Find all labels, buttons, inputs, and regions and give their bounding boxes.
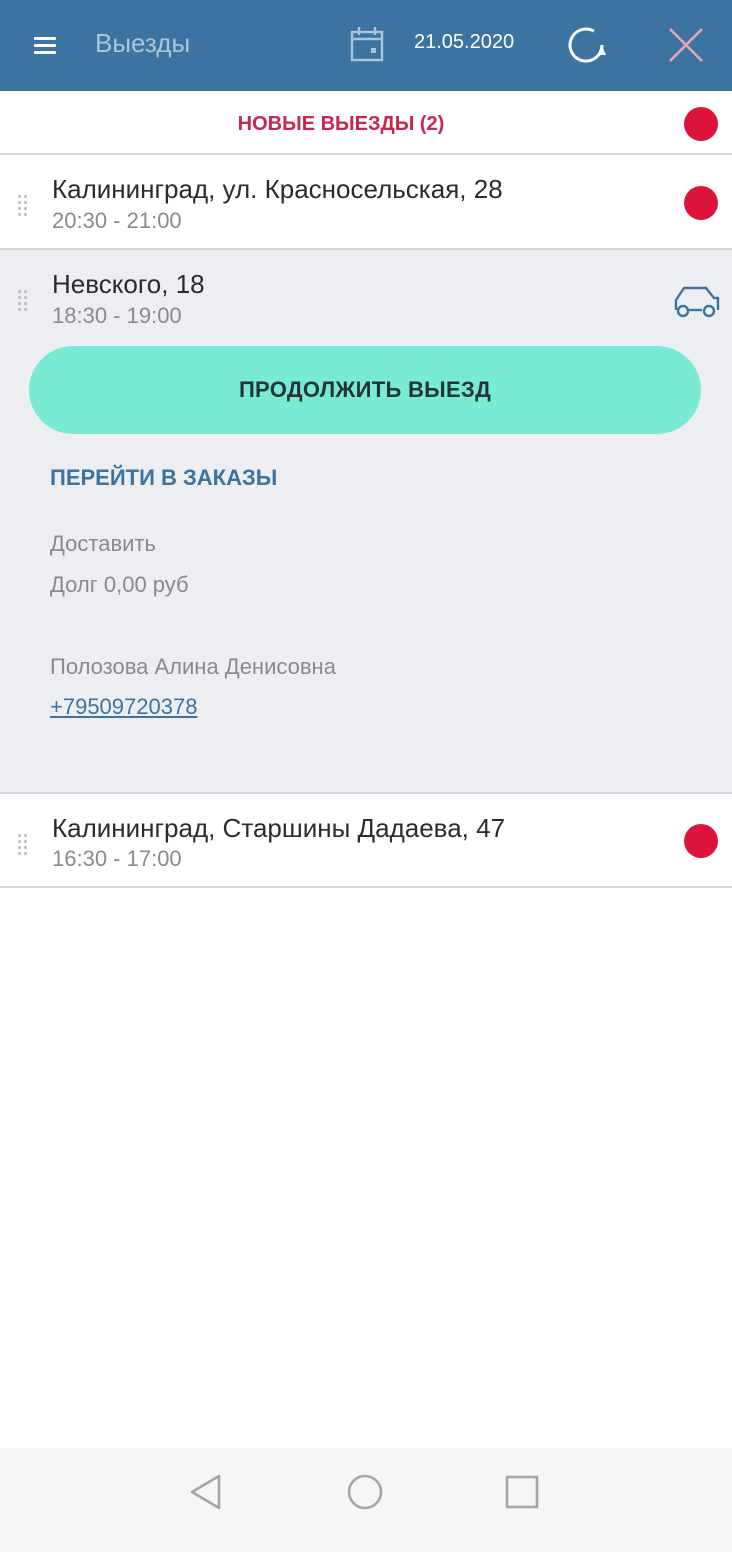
new-trips-label: НОВЫЕ ВЫЕЗДЫ (2): [237, 113, 445, 135]
recents-square-icon[interactable]: [502, 1472, 542, 1512]
drag-handle-icon[interactable]: [18, 834, 30, 856]
back-triangle-icon[interactable]: [186, 1472, 226, 1512]
home-circle-icon[interactable]: [345, 1472, 385, 1512]
car-icon: [672, 284, 722, 320]
contact-phone-link[interactable]: +79509720378: [50, 694, 197, 720]
trip-address: Калининград, Старшины Дадаева, 47: [52, 813, 506, 843]
app-bar: Выезды 21.05.2020: [0, 0, 732, 91]
date-selector[interactable]: 21.05.2020: [414, 31, 514, 54]
system-navigation-bar: [0, 1448, 732, 1552]
new-trips-banner[interactable]: НОВЫЕ ВЫЕЗДЫ (2): [0, 91, 732, 155]
contact-name: Полозова Алина Денисовна: [50, 654, 336, 679]
trip-time: 20:30 - 21:00: [52, 208, 182, 233]
calendar-icon[interactable]: [347, 24, 387, 64]
continue-trip-button[interactable]: ПРОДОЛЖИТЬ ВЫЕЗД: [29, 346, 701, 434]
go-to-orders-link[interactable]: ПЕРЕЙТИ В ЗАКАЗЫ: [50, 465, 277, 491]
hamburger-menu-icon[interactable]: [25, 26, 65, 66]
close-icon[interactable]: [664, 23, 708, 67]
trip-action: Доставить: [50, 531, 156, 556]
trip-debt: Долг 0,00 руб: [50, 572, 189, 597]
trip-address: Невского, 18: [52, 269, 205, 299]
page-title: Выезды: [95, 28, 191, 58]
red-dot-icon: [684, 824, 718, 858]
drag-handle-icon[interactable]: [18, 290, 30, 312]
trip-item[interactable]: Калининград, Старшины Дадаева, 47 16:30 …: [0, 794, 732, 888]
trip-item-expanded[interactable]: Невского, 18 18:30 - 19:00 ПРОДОЛЖИТЬ ВЫ…: [0, 250, 732, 794]
trip-item[interactable]: Калининград, ул. Красносельская, 28 20:3…: [0, 155, 732, 250]
trip-time: 16:30 - 17:00: [52, 846, 182, 871]
trip-address: Калининград, ул. Красносельская, 28: [52, 174, 503, 204]
red-dot-icon: [684, 186, 718, 220]
refresh-icon[interactable]: [562, 21, 610, 69]
trip-time: 18:30 - 19:00: [52, 303, 182, 328]
drag-handle-icon[interactable]: [18, 195, 30, 217]
red-dot-icon: [684, 107, 718, 141]
